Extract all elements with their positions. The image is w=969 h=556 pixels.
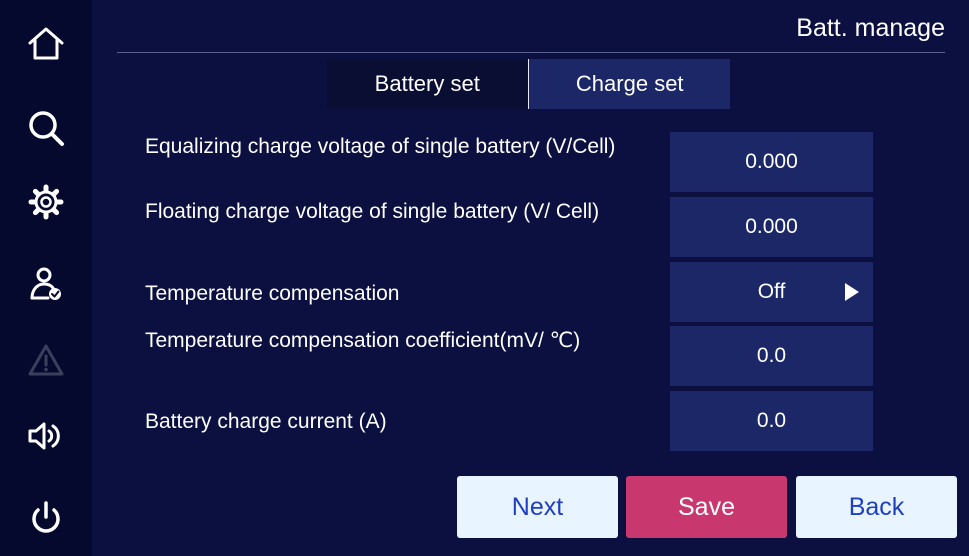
compensation-coefficient-field[interactable]: 0.0	[670, 326, 873, 386]
floating-voltage-label: Floating charge voltage of single batter…	[145, 200, 600, 223]
save-button[interactable]: Save	[626, 476, 787, 538]
search-button[interactable]	[0, 98, 92, 158]
warning-icon	[28, 344, 64, 376]
sidebar	[0, 0, 92, 556]
charge-current-label: Battery charge current (A)	[145, 410, 387, 433]
charge-current-field[interactable]: 0.0	[670, 391, 873, 451]
power-button[interactable]	[0, 488, 92, 548]
alarm-button[interactable]	[0, 330, 92, 390]
temperature-compensation-label: Temperature compensation	[145, 282, 400, 305]
gear-icon	[28, 184, 64, 220]
user-button[interactable]	[0, 254, 92, 314]
sound-button[interactable]	[0, 406, 92, 466]
tab-battery-set[interactable]: Battery set	[327, 59, 528, 109]
temperature-compensation-select[interactable]: Off	[670, 262, 873, 322]
back-button[interactable]: Back	[796, 476, 957, 538]
equalizing-voltage-label: Equalizing charge voltage of single batt…	[145, 135, 616, 158]
settings-button[interactable]	[0, 172, 92, 232]
floating-voltage-field[interactable]: 0.000	[670, 197, 873, 257]
title-divider	[117, 52, 945, 53]
compensation-coefficient-label: Temperature compensation coefficient(mV/…	[145, 329, 581, 352]
home-button[interactable]	[0, 14, 92, 74]
play-arrow-icon	[845, 283, 859, 301]
page-title: Batt. manage	[796, 14, 945, 42]
speaker-icon	[28, 422, 60, 450]
home-icon	[28, 27, 64, 60]
main-panel: Batt. manage Battery set Charge set Equa…	[92, 0, 969, 556]
power-icon	[32, 501, 60, 533]
search-icon	[29, 111, 64, 146]
equalizing-voltage-field[interactable]: 0.000	[670, 132, 873, 192]
next-button[interactable]: Next	[457, 476, 618, 538]
temperature-compensation-value: Off	[757, 280, 786, 303]
tab-bar: Battery set Charge set	[327, 59, 730, 109]
tab-charge-set[interactable]: Charge set	[529, 59, 730, 109]
user-check-icon	[30, 267, 61, 300]
